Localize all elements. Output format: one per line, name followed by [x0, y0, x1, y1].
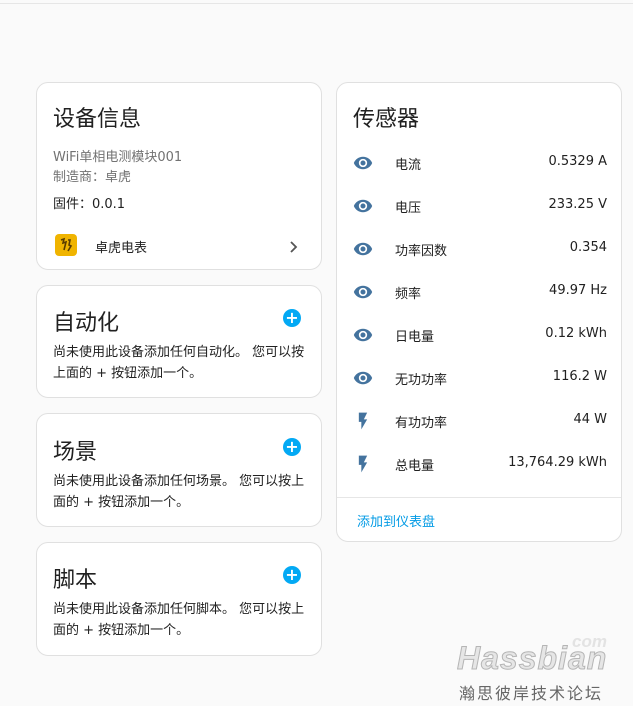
- scene-empty-line1: 尚未使用此设备添加任何场景。 您可以按上: [53, 474, 305, 489]
- script-empty-text: 尚未使用此设备添加任何脚本。 您可以按上 面的 + 按钮添加一个。: [53, 599, 313, 641]
- sensor-row[interactable]: 有功功率 44 W: [337, 411, 621, 454]
- sensors-title: 传感器: [353, 107, 420, 132]
- sensor-name: 电流: [395, 158, 422, 173]
- sensor-row[interactable]: 总电量 13,764.29 kWh: [337, 454, 621, 497]
- add-to-dashboard-button[interactable]: 添加到仪表盘: [357, 511, 435, 530]
- sensor-value: 116.2 W: [552, 369, 607, 384]
- device-manufacturer: 制造商：卓虎: [53, 170, 132, 185]
- sensor-name: 有功功率: [395, 416, 448, 431]
- script-empty-line2: 面的 + 按钮添加一个。: [53, 623, 190, 638]
- sensor-row[interactable]: 电流 0.5329 A: [337, 153, 621, 196]
- scene-empty-text: 尚未使用此设备添加任何场景。 您可以按上 面的 + 按钮添加一个。: [53, 471, 313, 513]
- device-info-title: 设备信息: [53, 107, 142, 132]
- eye-icon: [353, 282, 373, 302]
- sensor-row[interactable]: 功率因数 0.354: [337, 239, 621, 282]
- device-info-card: 设备信息 WiFi单相电测模块001 制造商：卓虎 固件：0.0.1 卓虎电表: [36, 82, 322, 270]
- top-divider: [0, 3, 633, 4]
- sensor-row[interactable]: 无功功率 116.2 W: [337, 368, 621, 411]
- eye-icon: [353, 153, 373, 173]
- sensor-value: 44 W: [573, 412, 607, 427]
- sensor-value: 0.354: [569, 240, 607, 255]
- watermark-slogan: 瀚思彼岸技术论坛: [459, 684, 604, 703]
- scene-title: 场景: [53, 440, 98, 465]
- script-title: 脚本: [53, 568, 98, 593]
- flash-icon: [353, 411, 373, 431]
- automation-empty-text: 尚未使用此设备添加任何自动化。 您可以按 上面的 + 按钮添加一个。: [53, 342, 313, 384]
- sensor-row[interactable]: 电压 233.25 V: [337, 196, 621, 239]
- automation-title: 自动化: [53, 311, 120, 336]
- sensor-row[interactable]: 频率 49.97 Hz: [337, 282, 621, 325]
- sensor-row[interactable]: 日电量 0.12 kWh: [337, 325, 621, 368]
- eye-icon: [353, 368, 373, 388]
- sensor-name: 频率: [395, 287, 422, 302]
- integration-label: 卓虎电表: [95, 241, 148, 256]
- watermark-brand: Hassbian: [456, 640, 608, 677]
- sensor-value: 233.25 V: [548, 197, 607, 212]
- eye-icon: [353, 239, 373, 259]
- chevron-right-icon: [289, 239, 299, 258]
- sensor-name: 日电量: [395, 330, 435, 345]
- eye-icon: [353, 196, 373, 216]
- script-card: 脚本 + 尚未使用此设备添加任何脚本。 您可以按上 面的 + 按钮添加一个。: [36, 542, 322, 656]
- sensor-value: 0.12 kWh: [545, 326, 607, 341]
- sensors-divider: [337, 497, 621, 498]
- automation-empty-line1: 尚未使用此设备添加任何自动化。 您可以按: [53, 345, 305, 360]
- script-empty-line1: 尚未使用此设备添加任何脚本。 您可以按上: [53, 602, 305, 617]
- sensor-name: 总电量: [395, 459, 435, 474]
- add-scene-button[interactable]: +: [283, 438, 301, 456]
- flash-icon: [353, 454, 373, 474]
- sensor-name: 电压: [395, 201, 422, 216]
- integration-logo-icon: [55, 234, 77, 256]
- eye-icon: [353, 325, 373, 345]
- watermark: com Hassbian 瀚思彼岸技术论坛: [455, 632, 627, 703]
- automation-empty-line2: 上面的 + 按钮添加一个。: [53, 366, 203, 381]
- sensor-value: 13,764.29 kWh: [508, 455, 607, 470]
- integration-row[interactable]: 卓虎电表: [37, 231, 321, 261]
- device-model: WiFi单相电测模块001: [53, 150, 183, 165]
- sensor-name: 功率因数: [395, 244, 448, 259]
- automation-card: 自动化 + 尚未使用此设备添加任何自动化。 您可以按 上面的 + 按钮添加一个。: [36, 285, 322, 398]
- add-script-button[interactable]: +: [283, 566, 301, 584]
- scene-card: 场景 + 尚未使用此设备添加任何场景。 您可以按上 面的 + 按钮添加一个。: [36, 413, 322, 527]
- scene-empty-line2: 面的 + 按钮添加一个。: [53, 495, 190, 510]
- sensor-name: 无功功率: [395, 373, 448, 388]
- sensor-value: 0.5329 A: [548, 154, 607, 169]
- sensors-card: 传感器 电流 0.5329 A 电压 233.25 V 功率因数 0.354 频…: [336, 82, 622, 542]
- sensor-value: 49.97 Hz: [549, 283, 607, 298]
- add-automation-button[interactable]: +: [283, 309, 301, 327]
- device-firmware: 固件：0.0.1: [53, 197, 126, 212]
